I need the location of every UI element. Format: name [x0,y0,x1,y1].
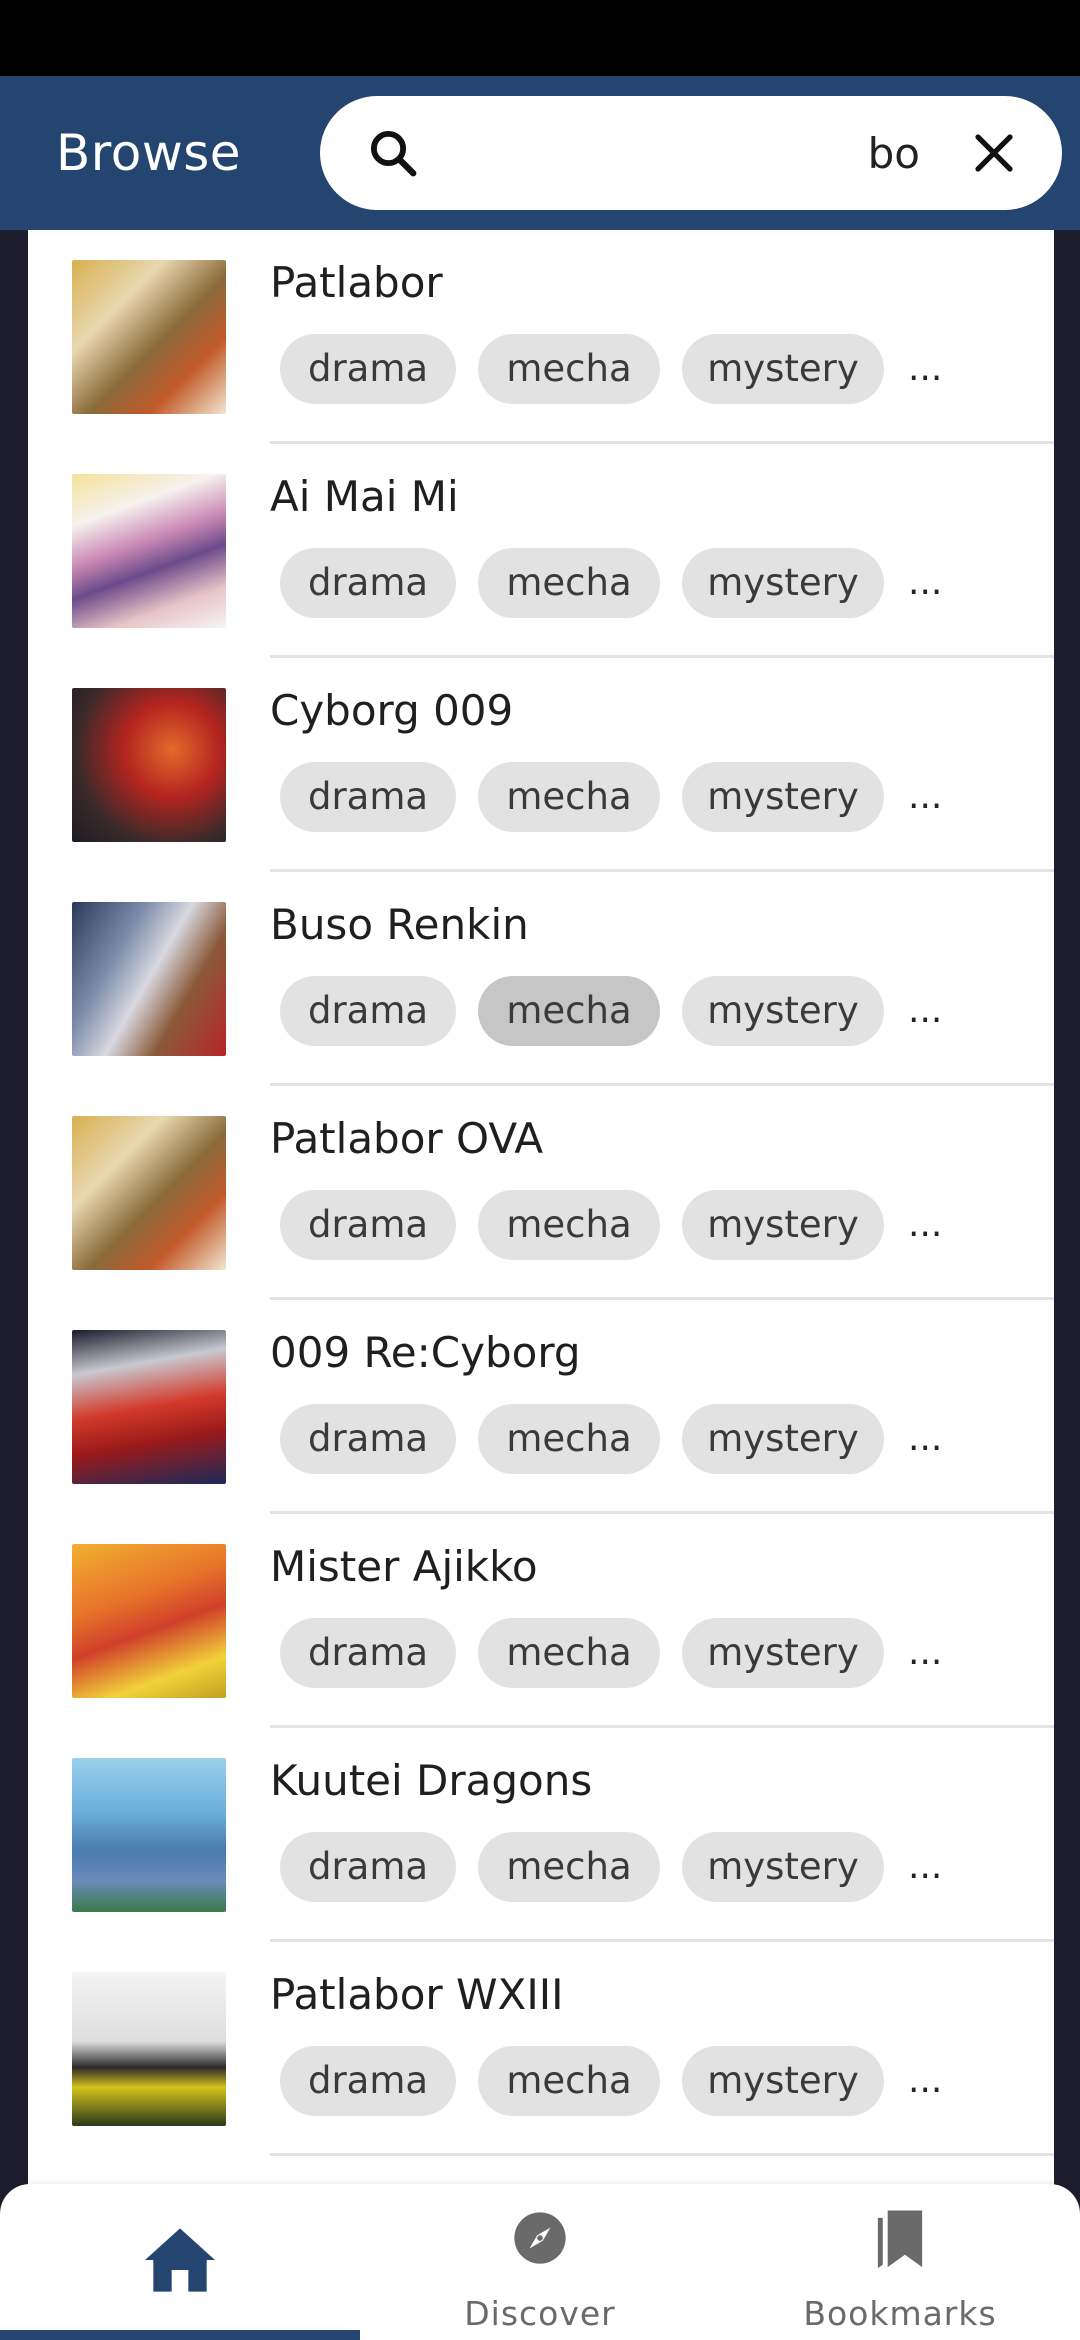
more-tags[interactable]: ... [908,334,942,404]
item-title: Patlabor [270,258,443,307]
search-icon [370,130,417,177]
item-title: Cyborg 009 [270,686,514,735]
tag-chip[interactable]: mystery [682,548,884,618]
search-input[interactable] [440,118,920,188]
more-tags[interactable]: ... [908,1404,942,1474]
tag-chip[interactable]: mystery [682,1618,884,1688]
bookmarks-icon [877,2210,923,2269]
nav-label: Bookmarks [803,2294,997,2333]
tag-chip[interactable]: mecha [478,1190,660,1260]
tag-chip[interactable]: mystery [682,1190,884,1260]
item-title: Ai Mai Mi [270,472,459,521]
nav-label: Discover [464,2294,616,2333]
tag-chip[interactable]: mystery [682,1832,884,1902]
tag-chip[interactable]: drama [280,548,456,618]
item-title: Patlabor WXIII [270,1970,564,2019]
tag-chip[interactable]: mecha [478,1832,660,1902]
divider [270,2153,1054,2156]
list-item[interactable]: Kuutei Dragons drama mecha mystery ... [28,1728,1054,1942]
tag-chip[interactable]: mecha [478,2046,660,2116]
status-bar [0,0,1080,76]
home-icon [145,2228,215,2292]
tag-chip[interactable]: drama [280,1832,456,1902]
nav-selected-indicator [0,2330,360,2340]
cover-image [72,1330,226,1484]
tag-chip[interactable]: drama [280,1618,456,1688]
tag-chip[interactable]: mecha [478,1618,660,1688]
compass-icon [514,2212,566,2264]
cover-image [72,1758,226,1912]
cover-image [72,902,226,1056]
results-list[interactable]: Patlabor drama mecha mystery ... Ai Mai … [28,230,1054,2185]
more-tags[interactable]: ... [908,2046,942,2116]
tag-chip[interactable]: drama [280,762,456,832]
more-tags[interactable]: ... [908,548,942,618]
list-item[interactable]: 009 Re:Cyborg drama mecha mystery ... [28,1300,1054,1514]
item-title: Kuutei Dragons [270,1756,593,1805]
tag-chip[interactable]: mecha [478,334,660,404]
cover-image [72,1972,226,2126]
tag-chip[interactable]: drama [280,1404,456,1474]
list-item[interactable]: Patlabor WXIII drama mecha mystery ... [28,1942,1054,2156]
more-tags[interactable]: ... [908,1190,942,1260]
cover-image [72,1544,226,1698]
tag-chip[interactable]: drama [280,1190,456,1260]
nav-bookmarks[interactable]: Bookmarks [720,2184,1080,2340]
more-tags[interactable]: ... [908,1618,942,1688]
item-title: 009 Re:Cyborg [270,1328,581,1377]
tag-chip[interactable]: mystery [682,2046,884,2116]
tag-chip[interactable]: mecha [478,762,660,832]
tag-chip[interactable]: drama [280,976,456,1046]
tag-chip[interactable]: mystery [682,976,884,1046]
page-title: Browse [56,124,242,182]
more-tags[interactable]: ... [908,976,942,1046]
list-item[interactable]: Cyborg 009 drama mecha mystery ... [28,658,1054,872]
list-item[interactable]: Buso Renkin drama mecha mystery ... [28,872,1054,1086]
tag-chip[interactable]: mecha [478,976,660,1046]
list-item[interactable]: Patlabor drama mecha mystery ... [28,230,1054,444]
tag-chip[interactable]: drama [280,334,456,404]
cover-image [72,688,226,842]
tag-chip[interactable]: mystery [682,334,884,404]
list-item[interactable]: Ai Mai Mi drama mecha mystery ... [28,444,1054,658]
search-box[interactable] [320,96,1062,210]
more-tags[interactable]: ... [908,1832,942,1902]
close-icon[interactable] [970,129,1018,177]
list-item[interactable]: Patlabor OVA drama mecha mystery ... [28,1086,1054,1300]
item-title: Patlabor OVA [270,1114,544,1163]
tag-chip[interactable]: mystery [682,1404,884,1474]
item-title: Mister Ajikko [270,1542,538,1591]
nav-home[interactable] [0,2184,360,2340]
list-item[interactable]: Mister Ajikko drama mecha mystery ... [28,1514,1054,1728]
tag-chip[interactable]: mecha [478,548,660,618]
bottom-navigation: Discover Bookmarks [0,2184,1080,2340]
app-bar: Browse [0,76,1080,230]
cover-image [72,1116,226,1270]
item-title: Buso Renkin [270,900,529,949]
tag-chip[interactable]: mystery [682,762,884,832]
more-tags[interactable]: ... [908,762,942,832]
nav-discover[interactable]: Discover [360,2184,720,2340]
tag-chip[interactable]: mecha [478,1404,660,1474]
cover-image [72,474,226,628]
cover-image [72,260,226,414]
tag-chip[interactable]: drama [280,2046,456,2116]
